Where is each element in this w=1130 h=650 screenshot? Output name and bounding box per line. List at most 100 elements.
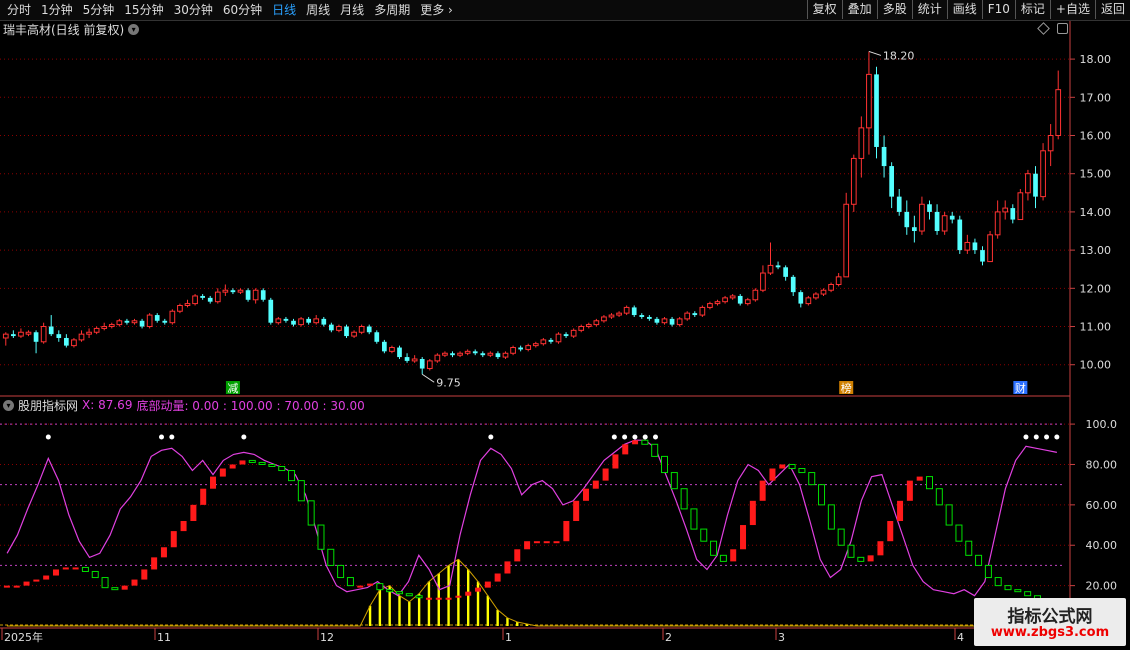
candle-body [480,353,486,356]
tool-button-3[interactable]: 统计 [911,0,947,19]
event-marker-label: 减 [227,382,238,395]
trend-box-down [405,593,413,597]
candle-body [245,290,251,300]
period-tab-3[interactable]: 15分钟 [119,0,168,20]
trend-box-down [346,577,354,587]
tool-button-6[interactable]: 标记 [1014,0,1050,19]
signal-dot [488,434,494,440]
tool-button-1[interactable]: 叠加 [841,0,877,19]
trend-box-up [465,591,472,596]
tool-buttons: 复权 叠加 多股 统计 画线 F10 标记 +自选 返回 [806,0,1130,20]
period-tab-8[interactable]: 月线 [335,0,369,20]
period-tab-9[interactable]: 多周期 [369,0,415,20]
tool-button-5[interactable]: F10 [981,0,1015,19]
candle-body [260,290,266,300]
trend-box-up [141,569,148,580]
candle-body [382,341,387,352]
candle-body [169,310,176,324]
trend-box-down [91,570,99,579]
candle-body [397,347,402,358]
trend-box-up [229,464,236,469]
momentum-bar [486,595,490,626]
candle-body [411,358,418,362]
momentum-bar [506,617,509,626]
price-tick-label: 12.00 [1080,282,1112,295]
candle-body [949,215,955,220]
candle-body [48,326,54,335]
candle-body [200,295,205,298]
candle-body [714,301,721,305]
trend-box-down [415,595,423,599]
diamond-icon[interactable] [1037,22,1050,35]
candle-body [321,318,327,325]
chevron-down-icon[interactable]: ▾ [128,23,140,35]
trend-box-up [43,575,50,580]
candle-body [40,326,47,343]
trend-box-down [798,468,806,474]
trend-box-down [984,564,992,579]
candle-body [532,343,539,347]
trend-box-up [219,468,226,477]
trend-box-up [514,549,521,562]
chart-canvas: 10.00 11.00 12.00 13.00 14.00 15.00 16.00 17.00… [0,21,1118,644]
trend-box-down [376,583,384,591]
candle-body [18,331,24,337]
candle-body [555,333,562,343]
period-tab-2[interactable]: 5分钟 [78,0,120,20]
trend-box-up [749,500,756,526]
trend-box-up [494,573,501,582]
momentum-bar [516,621,519,626]
period-tab-1[interactable]: 1分钟 [36,0,78,20]
tool-button-7[interactable]: +自选 [1049,0,1095,19]
tool-button-4[interactable]: 画线 [946,0,982,19]
chevron-down-icon[interactable]: ▾ [3,399,14,411]
period-tab-4[interactable]: 30分钟 [169,0,218,20]
period-tab-5[interactable]: 60分钟 [218,0,267,20]
trend-box-up [180,521,187,532]
trend-box-up [435,597,442,600]
period-toolbar: 分时 1分钟 5分钟 15分钟 30分钟 60分钟 日线 周线 月线 多周期 更多 › 复权 叠加 多股… [0,0,1130,21]
trend-box-down [396,591,403,595]
trend-box-up [906,480,913,501]
candle-body [540,339,547,345]
period-tab-7[interactable]: 周线 [301,0,335,20]
period-tab-10[interactable]: 更多 › [415,0,458,20]
candle-body [366,326,372,333]
candle-body [329,324,334,331]
momentum-bar [476,581,480,626]
candle-body [207,297,213,302]
period-tab-6[interactable]: 日线 [267,0,301,20]
x-tick-label: 4 [957,631,964,644]
candle-body [737,295,743,304]
tool-button-8[interactable]: 返回 [1094,0,1130,19]
candle-body [578,326,585,331]
price-tick-label: 17.00 [1080,91,1112,104]
window-icon[interactable] [1057,23,1068,34]
signal-dot [622,434,628,440]
tool-button-2[interactable]: 多股 [876,0,912,19]
watermark-logo: 指标公式网 www.zbgs3.com [974,598,1126,646]
candle-body [116,320,123,326]
tool-button-0[interactable]: 复权 [806,0,842,19]
candle-body [585,324,592,328]
candle-body [881,146,887,167]
indicator-header: ▾ 股朋指标网 X: 87.69 底部动量: 0.00 : 100.00 : 7… [3,397,365,413]
trend-box-down [975,554,983,566]
trend-box-up [769,468,776,481]
momentum-outline [6,558,1058,627]
indicator-tick-label: 100.0 [1086,418,1118,431]
x-tick-label: 12 [320,631,334,644]
side-info-strip [1118,21,1130,627]
signal-dot [45,434,51,440]
candle-body [987,234,993,263]
candle-body [661,318,668,324]
trend-box-down [857,556,865,562]
candle-body [570,329,577,337]
trend-box-down [81,566,89,572]
period-tab-0[interactable]: 分时 [2,0,36,20]
price-tick-label: 11.00 [1080,321,1112,334]
indicator-x-value: X: 87.69 [82,398,133,412]
low-label: 9.75 [436,376,461,389]
x-tick-label: 11 [157,631,171,644]
candle-body [1002,207,1009,213]
